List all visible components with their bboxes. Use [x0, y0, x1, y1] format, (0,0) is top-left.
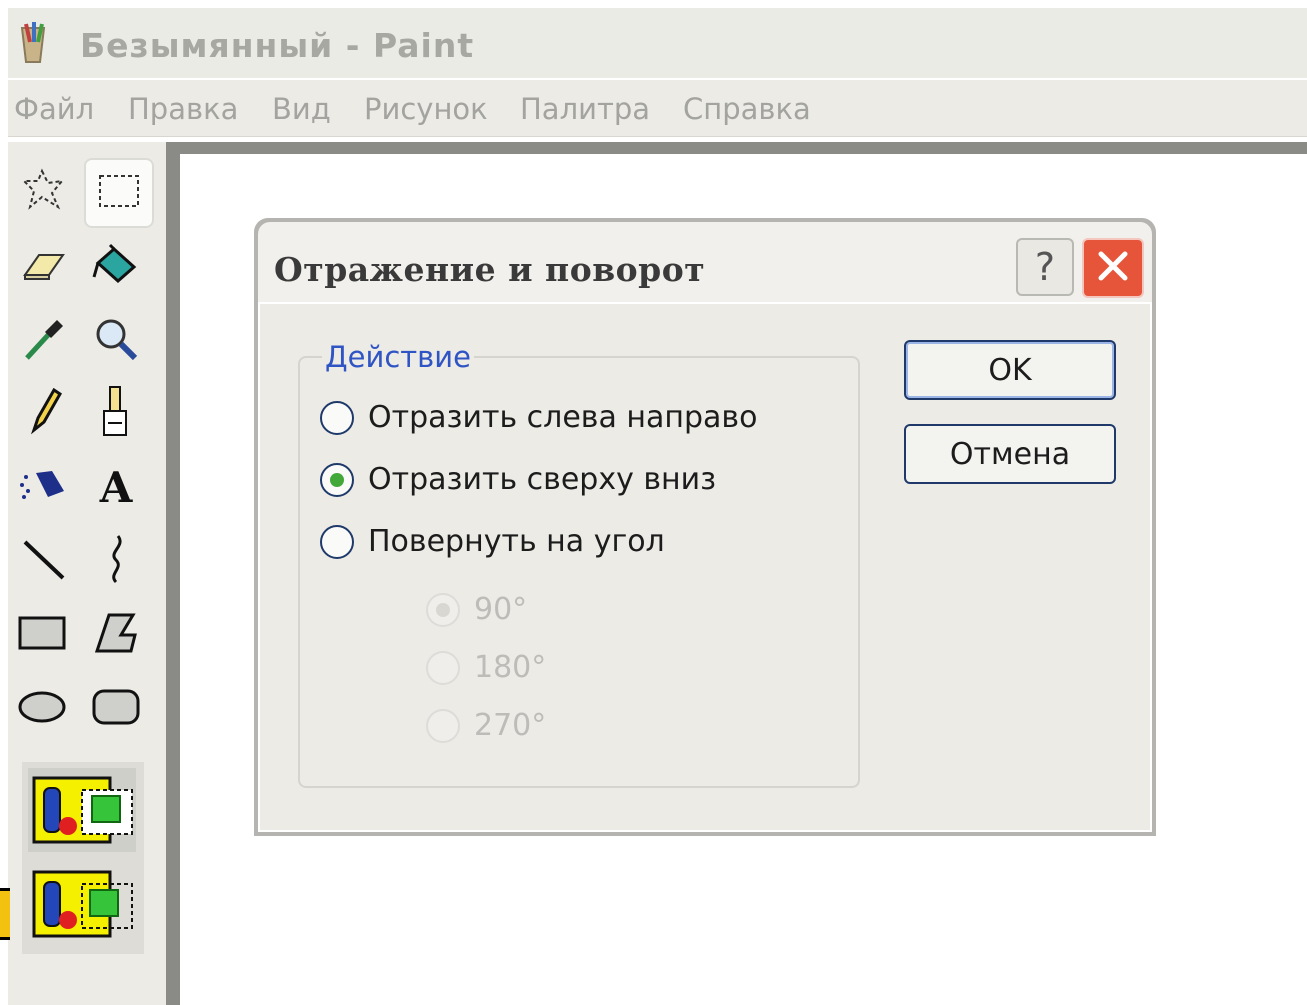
magnifier-tool[interactable]	[86, 310, 146, 372]
eraser-icon	[21, 245, 67, 289]
ok-button[interactable]: OK	[904, 340, 1116, 400]
menu-view[interactable]: Вид	[272, 92, 331, 126]
decorative-strip	[0, 888, 10, 940]
rect-select-icon	[97, 171, 141, 215]
close-icon	[1095, 248, 1131, 288]
flip-rotate-dialog: Отражение и поворот ? Действие Отразить …	[254, 218, 1156, 836]
line-tool[interactable]	[14, 530, 74, 592]
transparent-selection-option[interactable]	[28, 862, 136, 946]
line-icon	[19, 534, 69, 588]
menu-bar: Файл Правка Вид Рисунок Палитра Справка	[8, 80, 1307, 137]
fill-tool[interactable]	[86, 236, 146, 298]
rectangle-icon	[17, 615, 67, 655]
fill-bucket-icon	[90, 243, 142, 291]
flip-vertical-option[interactable]: Отразить сверху вниз	[320, 462, 716, 497]
flip-horizontal-option[interactable]: Отразить слева направо	[320, 400, 757, 435]
curve-icon	[96, 532, 136, 590]
angle-270-radio[interactable]	[426, 708, 460, 743]
text-icon: A	[99, 462, 133, 512]
free-select-tool[interactable]	[14, 160, 74, 222]
toolbox-divider	[166, 142, 180, 1005]
menu-file[interactable]: Файл	[14, 92, 94, 126]
text-tool[interactable]: A	[86, 456, 146, 518]
dialog-body: Действие Отразить слева направо Отразить…	[258, 302, 1152, 832]
eyedropper-tool[interactable]	[14, 310, 74, 372]
cancel-button[interactable]: Отмена	[904, 424, 1116, 484]
menu-help[interactable]: Справка	[683, 92, 811, 126]
rounded-rect-tool[interactable]	[86, 678, 146, 740]
pencil-tool[interactable]	[14, 382, 74, 444]
menu-edit[interactable]: Правка	[128, 92, 238, 126]
brush-tool[interactable]	[86, 382, 146, 444]
angle-180-option[interactable]: 180°	[426, 650, 546, 685]
opaque-selection-icon	[28, 776, 136, 856]
title-bar[interactable]: Безымянный - Paint	[8, 8, 1307, 78]
menu-image[interactable]: Рисунок	[364, 92, 488, 126]
rotate-option[interactable]: Повернуть на угол	[320, 524, 665, 559]
rectangle-tool[interactable]	[12, 604, 72, 666]
close-button[interactable]	[1082, 238, 1144, 298]
window-title: Безымянный - Paint	[80, 26, 475, 65]
eyedropper-icon	[21, 314, 67, 368]
rotate-label: Повернуть на угол	[368, 524, 665, 559]
flip-vertical-radio[interactable]	[320, 462, 354, 497]
menu-colors[interactable]: Палитра	[520, 92, 650, 126]
opaque-selection-option[interactable]	[28, 768, 136, 852]
rect-select-tool[interactable]	[84, 158, 154, 228]
action-group-label: Действие	[322, 340, 474, 374]
polygon-icon	[93, 611, 139, 659]
angle-90-radio[interactable]	[426, 592, 460, 627]
polygon-tool[interactable]	[86, 604, 146, 666]
ellipse-tool[interactable]	[12, 678, 72, 740]
brush-icon	[96, 383, 136, 443]
airbrush-icon	[18, 463, 70, 511]
paint-app-icon	[16, 22, 50, 66]
flip-horizontal-label: Отразить слева направо	[368, 400, 758, 435]
curve-tool[interactable]	[86, 530, 146, 592]
transparent-selection-icon	[28, 870, 136, 950]
help-button[interactable]: ?	[1016, 238, 1074, 296]
help-icon: ?	[1034, 245, 1056, 289]
angle-180-label: 180°	[474, 650, 547, 685]
angle-180-radio[interactable]	[426, 650, 460, 685]
ellipse-icon	[17, 689, 67, 729]
canvas-border	[180, 142, 1307, 154]
eraser-tool[interactable]	[14, 236, 74, 298]
rounded-rect-icon	[91, 688, 141, 730]
angle-90-label: 90°	[474, 592, 528, 627]
magnifier-icon	[91, 314, 141, 368]
angle-270-option[interactable]: 270°	[426, 708, 546, 743]
rotate-radio[interactable]	[320, 524, 354, 559]
angle-270-label: 270°	[474, 708, 547, 743]
transparency-options	[22, 762, 144, 954]
airbrush-tool[interactable]	[14, 456, 74, 518]
flip-horizontal-radio[interactable]	[320, 400, 354, 435]
dialog-title: Отражение и поворот	[274, 250, 706, 289]
pencil-icon	[24, 386, 64, 440]
flip-vertical-label: Отразить сверху вниз	[368, 462, 717, 497]
dialog-title-bar[interactable]: Отражение и поворот ?	[258, 222, 1152, 302]
angle-90-option[interactable]: 90°	[426, 592, 527, 627]
free-select-icon	[21, 167, 66, 215]
